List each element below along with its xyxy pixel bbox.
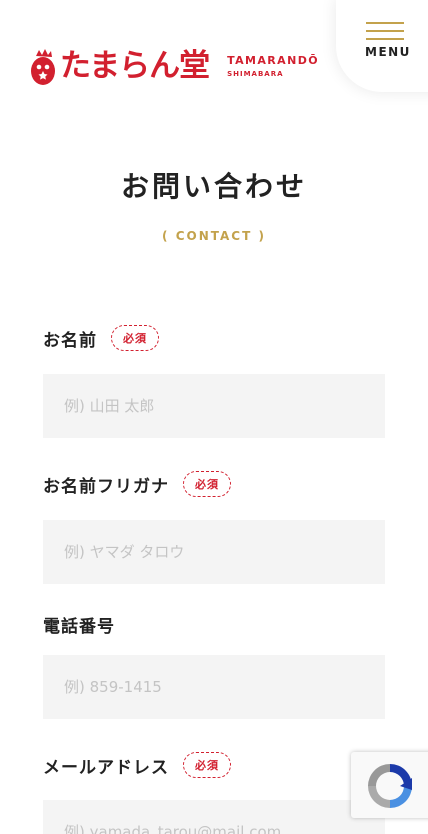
red-egg-logo-icon [30, 46, 56, 86]
email-label: メールアドレス [43, 757, 169, 778]
furigana-label: お名前フリガナ [43, 476, 169, 497]
recaptcha-badge[interactable] [351, 752, 428, 818]
name-input[interactable] [43, 374, 385, 438]
name-label-row: お名前 必須 [43, 325, 159, 351]
name-label: お名前 [43, 330, 97, 351]
required-badge: 必須 [111, 325, 159, 351]
recaptcha-icon [368, 764, 412, 808]
page-subtitle: ( CONTACT ) [162, 229, 266, 243]
logo-english-text: TAMARANDŌ [227, 54, 319, 67]
menu-label: MENU [365, 45, 411, 59]
menu-button[interactable]: MENU [336, 0, 428, 92]
page-title: お問い合わせ [120, 170, 307, 203]
site-logo[interactable]: たまらん堂 TAMARANDŌ SHIMABARA [30, 46, 319, 86]
email-input[interactable] [43, 800, 385, 834]
required-badge: 必須 [183, 471, 231, 497]
phone-label-row: 電話番号 [43, 612, 115, 637]
hamburger-icon [366, 22, 404, 46]
required-badge: 必須 [183, 752, 231, 778]
phone-label: 電話番号 [43, 617, 115, 637]
phone-input[interactable] [43, 655, 385, 719]
logo-english-block: TAMARANDŌ SHIMABARA [227, 54, 319, 78]
site-header: たまらん堂 TAMARANDŌ SHIMABARA MENU [0, 0, 428, 120]
furigana-input[interactable] [43, 520, 385, 584]
furigana-label-row: お名前フリガナ 必須 [43, 471, 231, 497]
logo-japanese-text: たまらん堂 [60, 48, 210, 84]
email-label-row: メールアドレス 必須 [43, 752, 231, 778]
logo-subtext: SHIMABARA [227, 70, 284, 78]
